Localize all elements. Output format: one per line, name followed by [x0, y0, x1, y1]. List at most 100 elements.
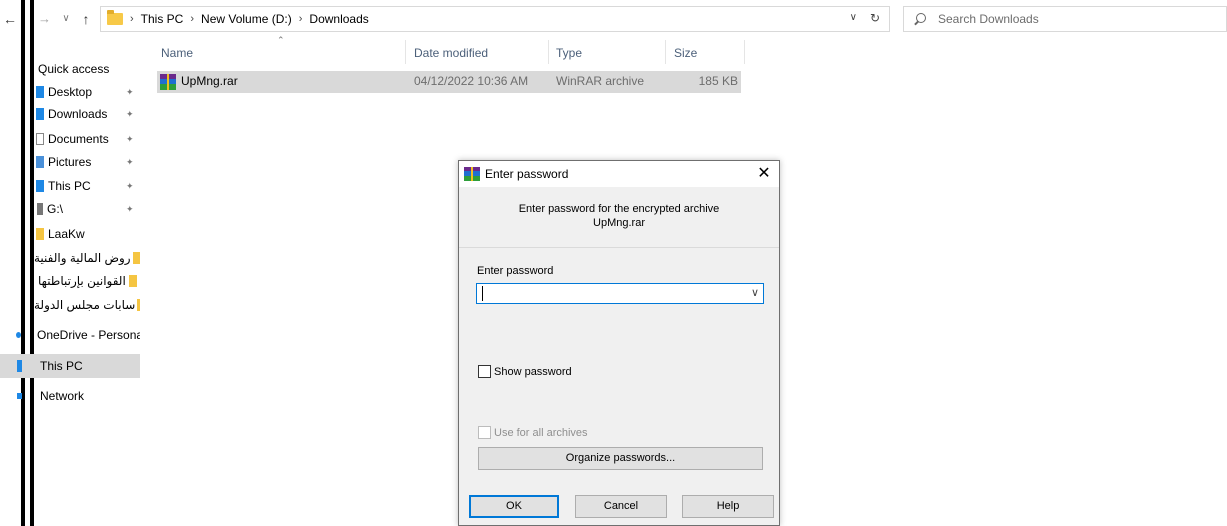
checkbox-label: Show password	[494, 365, 572, 378]
pin-icon[interactable]: ✦	[126, 204, 134, 215]
column-divider[interactable]	[548, 40, 549, 64]
breadcrumb-this-pc[interactable]: This PC	[141, 12, 184, 26]
dialog-message: Enter password for the encrypted archive	[518, 203, 720, 215]
sidebar-item-label: Downloads	[48, 107, 108, 121]
sidebar-item-label: سابات مجلس الدولة	[34, 298, 136, 312]
address-bar[interactable]: › This PC › New Volume (D:) › Downloads …	[100, 6, 890, 32]
use-for-all-archives-checkbox[interactable]: Use for all archives	[478, 426, 588, 439]
sort-ascending-icon: ⌃	[277, 35, 285, 45]
breadcrumb-downloads[interactable]: Downloads	[309, 12, 368, 26]
close-icon[interactable]: ✕	[753, 163, 775, 185]
dialog-titlebar[interactable]: Enter password ✕	[459, 161, 779, 187]
sidebar-item-this-pc[interactable]: This PC	[0, 354, 140, 378]
sidebar-item-folder-arabic-3[interactable]: سابات مجلس الدولة	[0, 294, 140, 316]
organize-passwords-button[interactable]: Organize passwords...	[478, 447, 763, 470]
sidebar-item-laakw[interactable]: LaaKw	[0, 223, 140, 245]
file-type: WinRAR archive	[556, 74, 645, 88]
column-header-type[interactable]: Type	[556, 46, 582, 60]
file-name[interactable]: UpMng.rar	[181, 74, 238, 88]
pictures-icon	[36, 156, 44, 168]
file-date: 04/12/2022 10:36 AM	[414, 74, 529, 88]
folder-icon	[132, 252, 140, 264]
pin-icon[interactable]: ✦	[126, 134, 134, 145]
sidebar-quick-access[interactable]: Quick access	[0, 58, 140, 80]
computer-icon	[36, 180, 44, 192]
sidebar-item-label: This PC	[40, 359, 83, 373]
help-button[interactable]: Help	[682, 495, 774, 518]
sidebar-item-folder-arabic-2[interactable]: القوانين بإرتباطتها	[0, 270, 140, 292]
text-caret	[482, 286, 483, 301]
ok-button[interactable]: OK	[469, 495, 559, 518]
sidebar-item-desktop[interactable]: Desktop ✦	[0, 81, 140, 103]
column-divider[interactable]	[405, 40, 406, 64]
sidebar-item-label: Network	[40, 389, 85, 403]
winrar-icon	[464, 167, 480, 181]
usb-drive-icon	[37, 203, 43, 215]
column-header-name[interactable]: Name	[161, 46, 193, 60]
folder-icon	[107, 10, 123, 25]
folder-icon	[36, 228, 44, 240]
password-input[interactable]	[480, 285, 742, 302]
pin-icon[interactable]: ✦	[126, 157, 134, 168]
navigation-pane: Quick access Desktop ✦ Downloads ✦ Docum…	[0, 50, 142, 526]
divider	[459, 247, 779, 248]
download-icon	[36, 108, 44, 120]
breadcrumb-volume[interactable]: New Volume (D:)	[201, 12, 292, 26]
sidebar-item-g-drive[interactable]: G:\ ✦	[0, 198, 140, 220]
onedrive-icon	[16, 332, 21, 338]
folder-icon	[137, 299, 140, 311]
computer-icon	[17, 360, 22, 372]
refresh-icon[interactable]: ↻	[870, 11, 880, 25]
sidebar-item-label: روض المالية والفنية	[34, 251, 131, 265]
pin-icon[interactable]: ✦	[126, 181, 134, 192]
sidebar-item-label: OneDrive - Persona	[37, 328, 140, 342]
sidebar-item-label: G:\	[47, 202, 64, 216]
dialog-archive-name: UpMng.rar	[593, 217, 645, 229]
password-dialog: Enter password ✕ Enter password for the …	[458, 160, 780, 526]
password-label: Enter password	[477, 265, 554, 277]
cancel-button[interactable]: Cancel	[575, 495, 667, 518]
sidebar-item-downloads[interactable]: Downloads ✦	[0, 103, 140, 125]
checkbox-box[interactable]	[478, 426, 491, 439]
search-icon	[914, 12, 928, 26]
password-combobox[interactable]: ∨	[476, 283, 764, 304]
column-header-size[interactable]: Size	[674, 46, 697, 60]
column-divider[interactable]	[744, 40, 745, 64]
sidebar-item-onedrive[interactable]: OneDrive - Persona	[0, 324, 140, 346]
sidebar-item-label: Quick access	[38, 62, 110, 76]
desktop-icon	[36, 86, 44, 98]
pin-icon[interactable]: ✦	[126, 109, 134, 120]
up-arrow-icon[interactable]: ↑	[79, 10, 93, 28]
search-placeholder: Search Downloads	[938, 12, 1039, 26]
chevron-down-icon[interactable]: ∨	[850, 12, 857, 23]
checkbox-label: Use for all archives	[494, 426, 588, 439]
sidebar-item-label: Desktop	[48, 85, 93, 99]
sidebar-item-documents[interactable]: Documents ✦	[0, 128, 140, 150]
pin-icon[interactable]: ✦	[126, 87, 134, 98]
chevron-right-icon[interactable]: ›	[190, 13, 194, 25]
back-arrow-icon[interactable]: ←	[3, 11, 17, 27]
network-icon	[17, 393, 22, 399]
column-header-date[interactable]: Date modified	[414, 46, 488, 60]
winrar-archive-icon	[160, 74, 176, 90]
chevron-right-icon[interactable]: ›	[130, 13, 134, 25]
checkbox-box[interactable]	[478, 365, 491, 378]
show-password-checkbox[interactable]: Show password	[478, 365, 572, 378]
file-size: 185 KB	[698, 74, 738, 88]
dialog-title: Enter password	[485, 167, 569, 181]
sidebar-item-network[interactable]: Network	[0, 385, 140, 407]
search-input[interactable]: Search Downloads	[903, 6, 1227, 32]
sidebar-item-label: Pictures	[48, 155, 92, 169]
chevron-right-icon[interactable]: ›	[299, 13, 303, 25]
sidebar-item-folder-arabic-1[interactable]: روض المالية والفنية	[0, 247, 140, 269]
sidebar-item-label: Documents	[48, 132, 109, 146]
forward-arrow-icon[interactable]: →	[38, 11, 51, 27]
chevron-down-icon[interactable]: ∨	[61, 11, 71, 27]
folder-icon	[128, 275, 137, 287]
document-icon	[36, 133, 44, 145]
sidebar-item-pictures[interactable]: Pictures ✦	[0, 151, 140, 173]
column-divider[interactable]	[665, 40, 666, 64]
chevron-down-icon[interactable]: ∨	[751, 286, 759, 299]
sidebar-item-this-pc-pinned[interactable]: This PC ✦	[0, 175, 140, 197]
sidebar-item-label: القوانين بإرتباطتها	[38, 274, 126, 288]
